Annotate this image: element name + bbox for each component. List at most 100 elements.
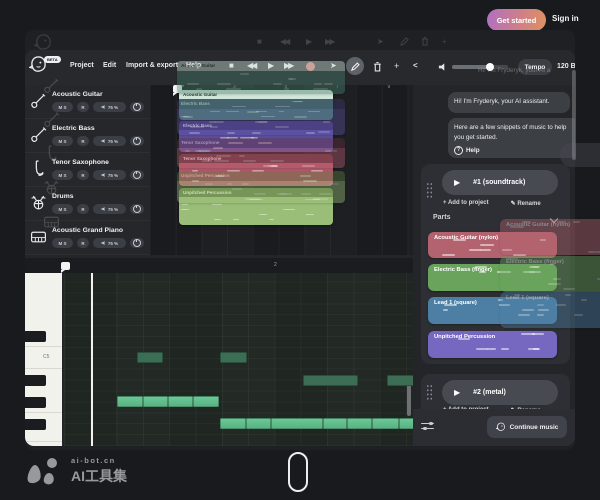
clip-tenor-saxophone[interactable]: Tenor Saxophone bbox=[179, 154, 333, 186]
tempo-button[interactable]: Tempo bbox=[518, 59, 552, 75]
midi-note[interactable] bbox=[323, 418, 347, 429]
rewind-button[interactable]: ◀◀ bbox=[247, 61, 255, 70]
mute-solo-buttons[interactable]: M S bbox=[52, 238, 73, 248]
part-chip-unpitched-percussion[interactable]: Unpitched Percussion bbox=[428, 331, 557, 358]
add-track-button[interactable]: + bbox=[394, 61, 399, 71]
part-chip-lead-1--square-[interactable]: Lead 1 (square) bbox=[428, 297, 557, 324]
midi-note[interactable] bbox=[372, 418, 399, 429]
midi-note[interactable] bbox=[399, 418, 413, 429]
mini-note bbox=[181, 209, 188, 211]
midi-note[interactable] bbox=[143, 396, 168, 407]
volume-slider[interactable] bbox=[452, 65, 508, 69]
track-volume-pill[interactable]: 75 % bbox=[93, 204, 126, 214]
add-to-project-button[interactable]: + Add to project bbox=[443, 200, 489, 207]
piano-keyboard[interactable]: C5C4 bbox=[25, 273, 62, 446]
mini-note bbox=[213, 147, 223, 149]
bird-logo-icon bbox=[496, 422, 506, 432]
menu-import-export[interactable]: Import & export bbox=[126, 62, 178, 69]
record-arm-button[interactable]: R bbox=[77, 238, 89, 248]
assistant-panel: Hi! I'm Fryderyk, your AI assistant. Her… bbox=[413, 85, 575, 446]
record-arm-button[interactable]: R bbox=[77, 170, 89, 180]
piano-roll-playhead-marker[interactable] bbox=[61, 262, 70, 270]
add-to-project-label: Add to project bbox=[448, 200, 489, 206]
pan-knob-button[interactable] bbox=[130, 170, 144, 180]
record-arm-button[interactable]: R bbox=[77, 102, 89, 112]
snippet-1-play-pill[interactable]: ▶ #1 (soundtrack) bbox=[442, 170, 558, 195]
settings-sliders-icon[interactable] bbox=[421, 421, 434, 431]
snippet-card-2: ▶ #2 (metal) + Add to project ✎ Rename bbox=[421, 374, 570, 409]
record-arm-button[interactable]: R bbox=[77, 136, 89, 146]
cursor-tool-button[interactable]: ➤ bbox=[330, 61, 337, 70]
midi-note[interactable] bbox=[246, 418, 271, 429]
midi-note[interactable] bbox=[168, 396, 193, 407]
track-volume-pill[interactable]: 75 % bbox=[93, 136, 126, 146]
black-key[interactable] bbox=[25, 375, 46, 386]
pan-knob-button[interactable] bbox=[130, 136, 144, 146]
part-chip-acoustic-guitar--nylon-[interactable]: Acoustic Guitar (nylon) bbox=[428, 232, 557, 258]
volume-slider-knob[interactable] bbox=[486, 63, 494, 71]
midi-note[interactable] bbox=[137, 352, 163, 363]
speaker-icon bbox=[101, 138, 106, 144]
fast-forward-icon: ▶▶ bbox=[325, 37, 333, 46]
midi-note[interactable] bbox=[117, 396, 143, 407]
black-key[interactable] bbox=[25, 419, 46, 430]
menu-edit[interactable]: Edit bbox=[103, 62, 116, 69]
fast-forward-button[interactable]: ▶▶ bbox=[284, 61, 292, 70]
pencil-tool-button[interactable] bbox=[346, 57, 364, 75]
volume-icon[interactable] bbox=[438, 62, 447, 72]
midi-note[interactable] bbox=[303, 375, 358, 386]
trash-button[interactable] bbox=[373, 62, 382, 72]
piano-roll-ruler[interactable]: 2 bbox=[25, 258, 413, 273]
drag-handle[interactable] bbox=[426, 384, 433, 400]
midi-note[interactable] bbox=[387, 375, 413, 386]
pan-knob-button[interactable] bbox=[130, 204, 144, 214]
clip-body bbox=[179, 130, 333, 152]
clip-unpitched-percussion[interactable]: Unpitched Percussion bbox=[179, 188, 333, 225]
black-key[interactable] bbox=[25, 331, 46, 342]
stop-button[interactable]: ■ bbox=[229, 61, 232, 70]
clip-electric-bass[interactable]: Electric Bass bbox=[179, 121, 333, 152]
rename-button[interactable]: ✎ Rename bbox=[511, 200, 541, 207]
midi-note[interactable] bbox=[193, 396, 219, 407]
chevron-down-icon[interactable] bbox=[551, 215, 558, 222]
midi-note[interactable] bbox=[220, 352, 247, 363]
menu-project[interactable]: Project bbox=[70, 62, 94, 69]
piano-roll-grid[interactable] bbox=[64, 273, 413, 446]
sign-in-button[interactable]: Sign in bbox=[552, 14, 579, 23]
continue-music-button[interactable]: Continue music bbox=[487, 416, 567, 438]
help-link[interactable]: ? Help bbox=[454, 146, 573, 156]
midi-note[interactable] bbox=[220, 418, 246, 429]
drag-handle[interactable] bbox=[426, 182, 433, 198]
snippet-2-play-pill[interactable]: ▶ #2 (metal) bbox=[442, 380, 558, 405]
track-volume-pill[interactable]: 75 % bbox=[93, 102, 126, 112]
mini-note bbox=[501, 348, 508, 350]
track-volume-pill[interactable]: 75 % bbox=[93, 170, 126, 180]
mini-note bbox=[227, 132, 235, 134]
arrangement-timeline[interactable]: 3579Acoustic GuitarElectric BassTenor Sa… bbox=[150, 85, 413, 255]
black-key[interactable] bbox=[25, 397, 46, 408]
track-row-acoustic-grand-piano[interactable]: Acoustic Grand PianoM SR75 % bbox=[25, 221, 150, 255]
mini-note bbox=[513, 254, 526, 256]
midi-note[interactable] bbox=[271, 418, 323, 429]
get-started-button[interactable]: Get started bbox=[487, 9, 546, 31]
part-chip-electric-bass--finger-[interactable]: Electric Bass (finger) bbox=[428, 264, 557, 291]
pan-knob-button[interactable] bbox=[130, 238, 144, 248]
pan-knob-button[interactable] bbox=[130, 102, 144, 112]
white-key-separator bbox=[25, 441, 62, 442]
clip-acoustic-guitar[interactable]: Acoustic Guitar bbox=[179, 90, 333, 120]
menu-help[interactable]: Help bbox=[186, 62, 201, 69]
mini-note bbox=[292, 101, 302, 103]
piano-roll-scrollbar[interactable] bbox=[407, 383, 411, 416]
app-window: BETA Project Edit Import & export Help ■… bbox=[25, 50, 575, 446]
mini-note bbox=[263, 165, 277, 167]
track-volume-pill[interactable]: 75 % bbox=[93, 238, 126, 248]
record-button[interactable] bbox=[306, 62, 315, 71]
collapse-tool-button[interactable]: < bbox=[413, 61, 418, 70]
midi-note[interactable] bbox=[347, 418, 372, 429]
mini-note bbox=[442, 254, 455, 256]
record-arm-button[interactable]: R bbox=[77, 204, 89, 214]
play-button[interactable]: ▶ bbox=[268, 61, 272, 70]
tempo-value[interactable]: 120 BPM bbox=[557, 63, 575, 70]
pencil-icon bbox=[400, 37, 409, 46]
mini-note bbox=[518, 314, 530, 316]
